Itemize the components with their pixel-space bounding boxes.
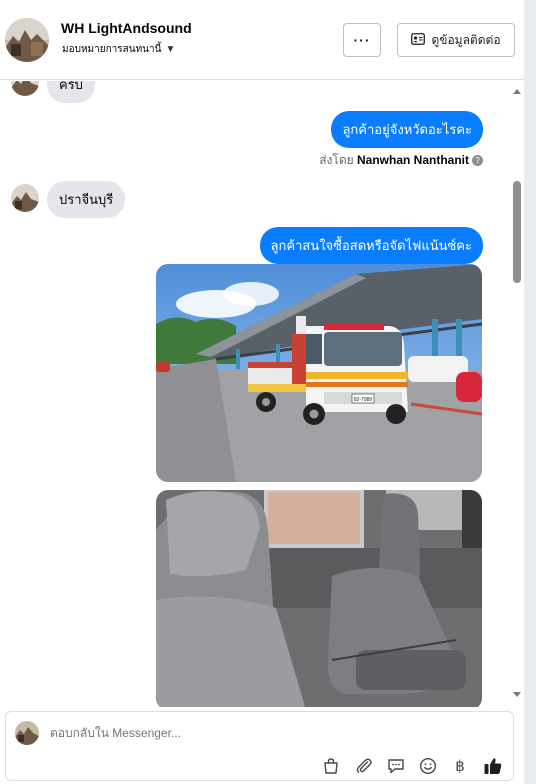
outgoing-message[interactable]: ลูกค้าอยู่จังหวัดอะไรคะ [331,111,483,148]
chevron-down-icon: ▼ [165,44,176,55]
assign-conversation[interactable]: มอบหมายการสนทนานี้ ▼ [62,42,175,57]
more-icon: ··· [353,32,371,48]
incoming-message[interactable]: ครับ [47,81,95,103]
sent-by-prefix: ส่งโดย [319,153,354,167]
saved-reply-icon[interactable] [386,756,406,776]
reply-composer: ฿ [5,711,514,781]
contact-name[interactable]: WH LightAndsound [61,20,192,36]
reply-input[interactable] [50,726,470,740]
truck-photo[interactable]: 82-7989 [156,264,482,482]
conversation-header: WH LightAndsound มอบหมายการสนทนานี้ ▼ ···… [0,0,524,80]
message-list[interactable]: ครับ ลูกค้าอยู่จังหวัดอะไรคะ ส่งโดย Nanw… [0,81,510,707]
scroll-up-arrow[interactable] [512,84,522,94]
incoming-message[interactable]: ปราจีนบุรี [47,181,126,218]
emoji-icon[interactable] [418,756,438,776]
view-contact-label: ดูข้อมูลติดต่อ [431,32,501,47]
assign-conversation-label: มอบหมายการสนทนานี้ [62,44,162,55]
contact-card-icon [411,32,426,48]
shopping-bag-icon[interactable] [321,756,341,776]
paperclip-icon[interactable] [354,756,374,776]
page-avatar [15,721,39,745]
sender-avatar [11,81,39,96]
scroll-down-arrow[interactable] [512,686,522,697]
baht-icon[interactable]: ฿ [450,756,470,776]
outgoing-message[interactable]: ลูกค้าสนใจซื้อสดหรือจัดไฟแน้นซ์คะ [259,227,483,264]
question-icon[interactable]: ? [472,155,483,166]
more-options-button[interactable]: ··· [343,23,381,57]
sent-by-name: Nanwhan Nanthanit [356,153,469,167]
conversation-panel: WH LightAndsound มอบหมายการสนทนานี้ ▼ ···… [0,0,524,784]
contact-avatar[interactable] [5,18,49,62]
scrollbar-thumb[interactable] [513,181,521,283]
sender-avatar [11,184,39,212]
cab-interior-photo[interactable] [156,490,482,707]
license-plate: 82-7989 [354,397,373,403]
sent-by-label: ส่งโดย Nanwhan Nanthanit? [319,151,483,170]
thumbs-up-icon[interactable] [483,756,503,776]
composer-toolbar: ฿ [6,756,513,778]
view-contact-button[interactable]: ดูข้อมูลติดต่อ [397,23,515,57]
window-edge [524,0,536,784]
